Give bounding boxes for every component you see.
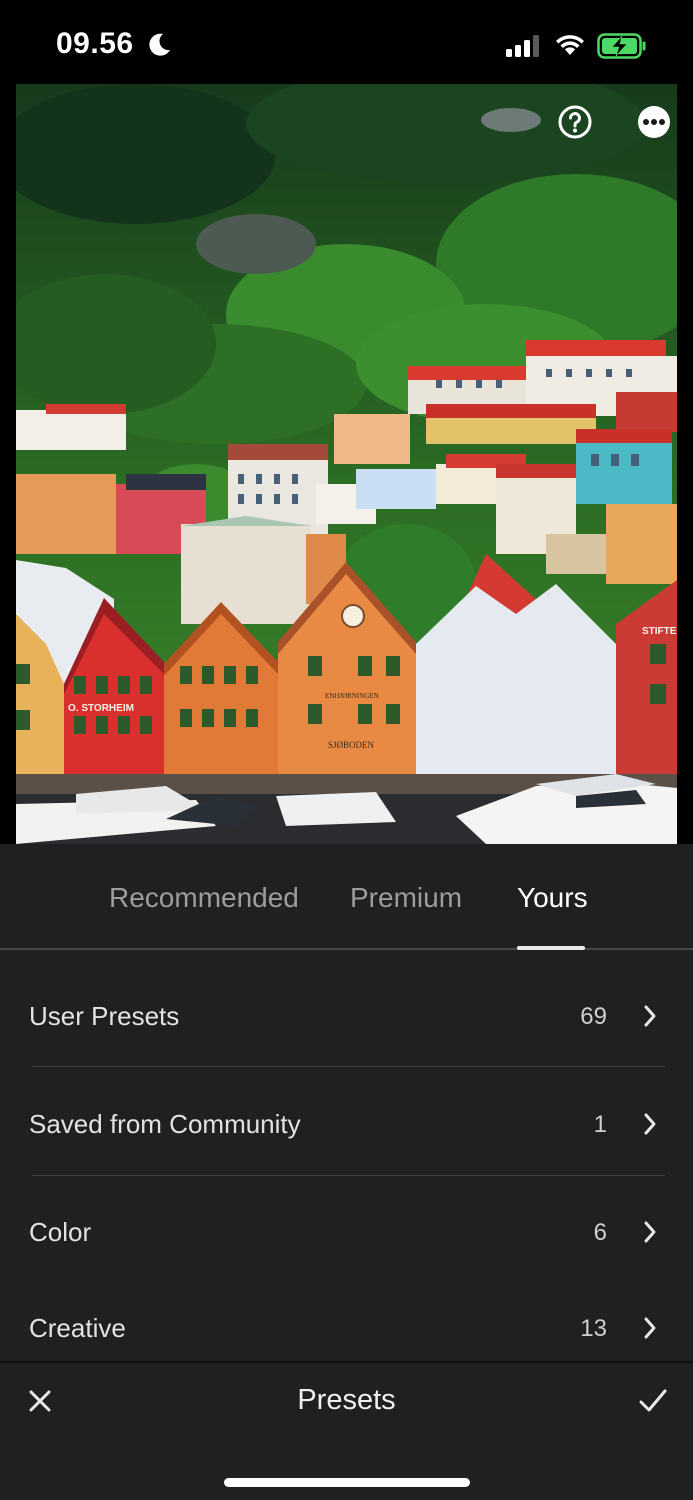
tab-yours[interactable]: Yours [517, 882, 588, 914]
chevron-right-icon [644, 1317, 656, 1339]
cellular-signal-icon [506, 35, 539, 57]
preset-group-count: 13 [580, 1315, 607, 1342]
preset-group-count: 1 [593, 1111, 607, 1138]
preset-group-label: Saved from Community [29, 1109, 301, 1139]
tab-premium[interactable]: Premium [350, 882, 462, 914]
sign-stifte: STIFTE [642, 626, 677, 637]
wifi-icon [556, 35, 584, 55]
preset-group-label: Creative [29, 1313, 126, 1343]
home-indicator[interactable] [224, 1478, 470, 1487]
preset-group-user-presets[interactable]: User Presets 69 [0, 958, 693, 1066]
status-bar: 09.56 [0, 0, 693, 84]
presets-panel: Recommended Premium Yours User Presets 6… [0, 844, 693, 1361]
checkmark-icon[interactable] [638, 1387, 668, 1415]
more-options-icon[interactable] [636, 104, 672, 140]
sign-sjoboden: SJØBODEN [328, 740, 375, 750]
bryggen-harbor-photo: O. STORHEIM SJØBODEN ENHJØRNINGEN STIFTE [16, 84, 677, 844]
moon-icon [149, 33, 170, 56]
preset-tabs: Recommended Premium Yours [0, 844, 693, 950]
preset-group-saved-from-community[interactable]: Saved from Community 1 [0, 1067, 693, 1175]
preset-group-label: User Presets [29, 1001, 180, 1031]
preset-group-color[interactable]: Color 6 [0, 1176, 693, 1284]
sign-enhjorningen: ENHJØRNINGEN [325, 692, 379, 700]
chevron-right-icon [644, 1005, 656, 1027]
bottom-bar-title: Presets [297, 1384, 396, 1416]
photo-preview[interactable]: O. STORHEIM SJØBODEN ENHJØRNINGEN STIFTE [16, 84, 677, 844]
preset-group-label: Color [29, 1217, 92, 1247]
sign-storheim: O. STORHEIM [68, 703, 134, 714]
bottom-action-bar: Presets [0, 1361, 693, 1500]
battery-charging-icon [597, 33, 646, 59]
tab-recommended[interactable]: Recommended [109, 882, 299, 914]
chevron-right-icon [644, 1113, 656, 1135]
status-time: 09.56 [56, 27, 134, 60]
preset-group-count: 6 [593, 1219, 607, 1246]
preset-group-count: 69 [580, 1003, 607, 1030]
chevron-right-icon [644, 1221, 656, 1243]
help-icon[interactable] [557, 104, 593, 140]
active-tab-indicator [517, 946, 585, 950]
